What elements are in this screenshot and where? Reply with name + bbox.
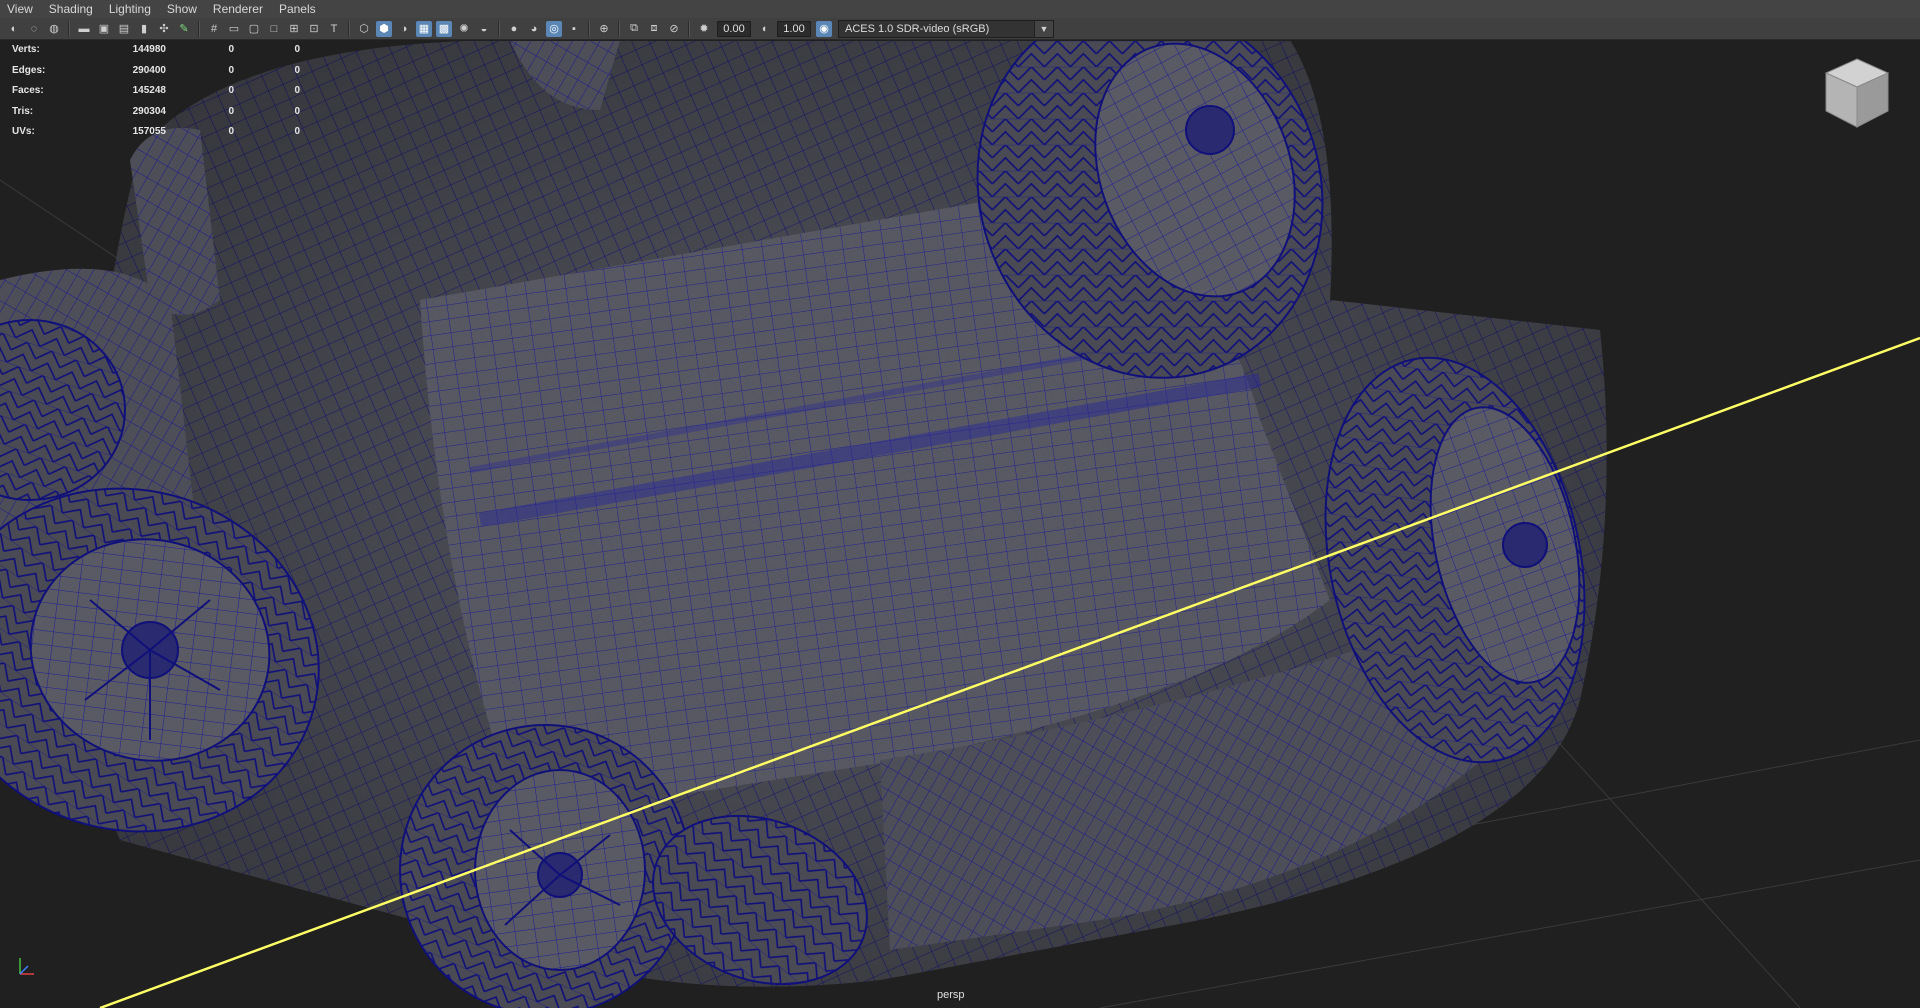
menu-view[interactable]: View bbox=[0, 2, 42, 16]
grid-icon[interactable]: # bbox=[206, 21, 222, 37]
hud-value: 0 bbox=[294, 85, 300, 97]
hud-row: Tris: 290304 0 0 bbox=[12, 102, 300, 123]
toolbar-divider bbox=[588, 20, 590, 37]
hud-row: UVs: 157055 0 0 bbox=[12, 122, 300, 143]
viewport-toolbar: ◐ ◌ ◍ ▬ ▣ ▤ ▮ ✣ ✎ # ▭ ▢ □ ⊞ ⊡ T ⬡ ⬢ ◑ ▦ … bbox=[0, 18, 1920, 40]
menu-panels[interactable]: Panels bbox=[272, 2, 325, 16]
view-transform-icon[interactable]: ◉ bbox=[816, 20, 832, 37]
exposure-field[interactable]: 0.00 bbox=[717, 20, 751, 37]
resolution-gate-icon[interactable]: ▢ bbox=[246, 21, 262, 37]
grease-pencil-icon[interactable]: ▮ bbox=[136, 21, 152, 37]
hud-value: 0 bbox=[294, 105, 300, 117]
move-gizmo-icon[interactable]: ✣ bbox=[156, 21, 172, 37]
hud-label: Faces: bbox=[12, 85, 44, 97]
lock-camera-icon[interactable]: ◌ bbox=[26, 21, 42, 37]
hud-value: 0 bbox=[294, 44, 300, 56]
menu-show[interactable]: Show bbox=[160, 2, 206, 16]
chevron-down-icon[interactable]: ▼ bbox=[1034, 20, 1053, 37]
hud-value: 157055 bbox=[132, 126, 166, 138]
motion-blur-icon[interactable]: ◕ bbox=[526, 21, 542, 37]
select-camera-icon[interactable]: ◐ bbox=[6, 21, 22, 37]
hud-value: 0 bbox=[228, 85, 234, 97]
hud-value: 0 bbox=[228, 105, 234, 117]
isolate-select-icon[interactable]: ⊕ bbox=[596, 21, 612, 37]
hud-row: Edges: 290400 0 0 bbox=[12, 61, 300, 82]
smooth-shade-icon[interactable]: ⬢ bbox=[376, 20, 392, 37]
axis-gizmo bbox=[19, 958, 34, 975]
gamma-icon[interactable]: ◖ bbox=[756, 21, 772, 37]
hud-label: Edges: bbox=[12, 64, 46, 76]
hud-value: 0 bbox=[228, 126, 234, 138]
hud-label: Verts: bbox=[12, 44, 40, 56]
camera-name-label: persp bbox=[937, 989, 965, 1001]
gate-mask-icon[interactable]: □ bbox=[266, 21, 282, 37]
image-plane-icon[interactable]: ▣ bbox=[96, 21, 112, 37]
hud-value: 0 bbox=[294, 64, 300, 76]
scene-wireframe bbox=[0, 41, 1920, 1008]
hud-row: Verts: 144980 0 0 bbox=[12, 40, 300, 61]
menu-renderer[interactable]: Renderer bbox=[206, 2, 272, 16]
safe-title-icon[interactable]: T bbox=[326, 21, 342, 37]
hud-value: 0 bbox=[228, 44, 234, 56]
anti-aliasing-icon[interactable]: ◎ bbox=[546, 20, 562, 37]
xray-icon[interactable]: ▩ bbox=[436, 20, 452, 37]
xray-joints-icon[interactable]: ⧉ bbox=[626, 21, 642, 37]
toolbar-divider bbox=[68, 20, 70, 37]
wireframe-icon[interactable]: ⬡ bbox=[356, 21, 372, 37]
shadows-icon[interactable]: ◒ bbox=[476, 21, 492, 37]
3d-viewport[interactable] bbox=[0, 41, 1920, 1008]
field-chart-icon[interactable]: ⊞ bbox=[286, 21, 302, 37]
hud-value: 290400 bbox=[132, 64, 166, 76]
color-transform-dropdown[interactable]: ACES 1.0 SDR-video (sRGB) ▼ bbox=[838, 19, 1054, 38]
hud-value: 144980 bbox=[132, 44, 166, 56]
toolbar-divider bbox=[498, 20, 500, 37]
gamma-field[interactable]: 1.00 bbox=[777, 20, 811, 37]
2d-pan-zoom-icon[interactable]: ▤ bbox=[116, 21, 132, 37]
wireframe-on-shaded-icon[interactable]: ▦ bbox=[416, 20, 432, 37]
menu-shading[interactable]: Shading bbox=[42, 2, 102, 16]
toolbar-divider bbox=[688, 20, 690, 37]
toolbar-divider bbox=[618, 20, 620, 37]
default-material-icon[interactable]: ◑ bbox=[396, 21, 412, 37]
color-transform-value: ACES 1.0 SDR-video (sRGB) bbox=[845, 22, 990, 35]
use-all-lights-icon[interactable]: ✺ bbox=[456, 21, 472, 37]
hud-value: 0 bbox=[228, 64, 234, 76]
menu-lighting[interactable]: Lighting bbox=[102, 2, 160, 16]
film-gate-icon[interactable]: ▭ bbox=[226, 21, 242, 37]
bookmarks-icon[interactable]: ▬ bbox=[76, 21, 92, 37]
screen-space-ao-icon[interactable]: ● bbox=[506, 21, 522, 37]
camera-attributes-icon[interactable]: ◍ bbox=[46, 21, 62, 37]
xray-active-components-icon[interactable]: ⧈ bbox=[646, 21, 662, 37]
toolbar-divider bbox=[198, 20, 200, 37]
view-cube[interactable] bbox=[1822, 55, 1892, 131]
safe-action-icon[interactable]: ⊡ bbox=[306, 21, 322, 37]
hud-value: 0 bbox=[294, 126, 300, 138]
menu-bar: View Shading Lighting Show Renderer Pane… bbox=[0, 0, 1920, 18]
hud-value: 290304 bbox=[132, 105, 166, 117]
toolbar-divider bbox=[348, 20, 350, 37]
pencil-icon[interactable]: ✎ bbox=[176, 21, 192, 37]
backface-culling-icon[interactable]: ⊘ bbox=[666, 21, 682, 37]
exposure-icon[interactable]: ✹ bbox=[696, 21, 712, 37]
hud-label: UVs: bbox=[12, 126, 35, 138]
hud-label: Tris: bbox=[12, 105, 34, 117]
depth-of-field-icon[interactable]: ▪ bbox=[566, 21, 582, 37]
poly-count-hud: Verts: 144980 0 0 Edges: 290400 0 0 Face… bbox=[12, 40, 300, 143]
hud-row: Faces: 145248 0 0 bbox=[12, 81, 300, 102]
hud-value: 145248 bbox=[132, 85, 166, 97]
